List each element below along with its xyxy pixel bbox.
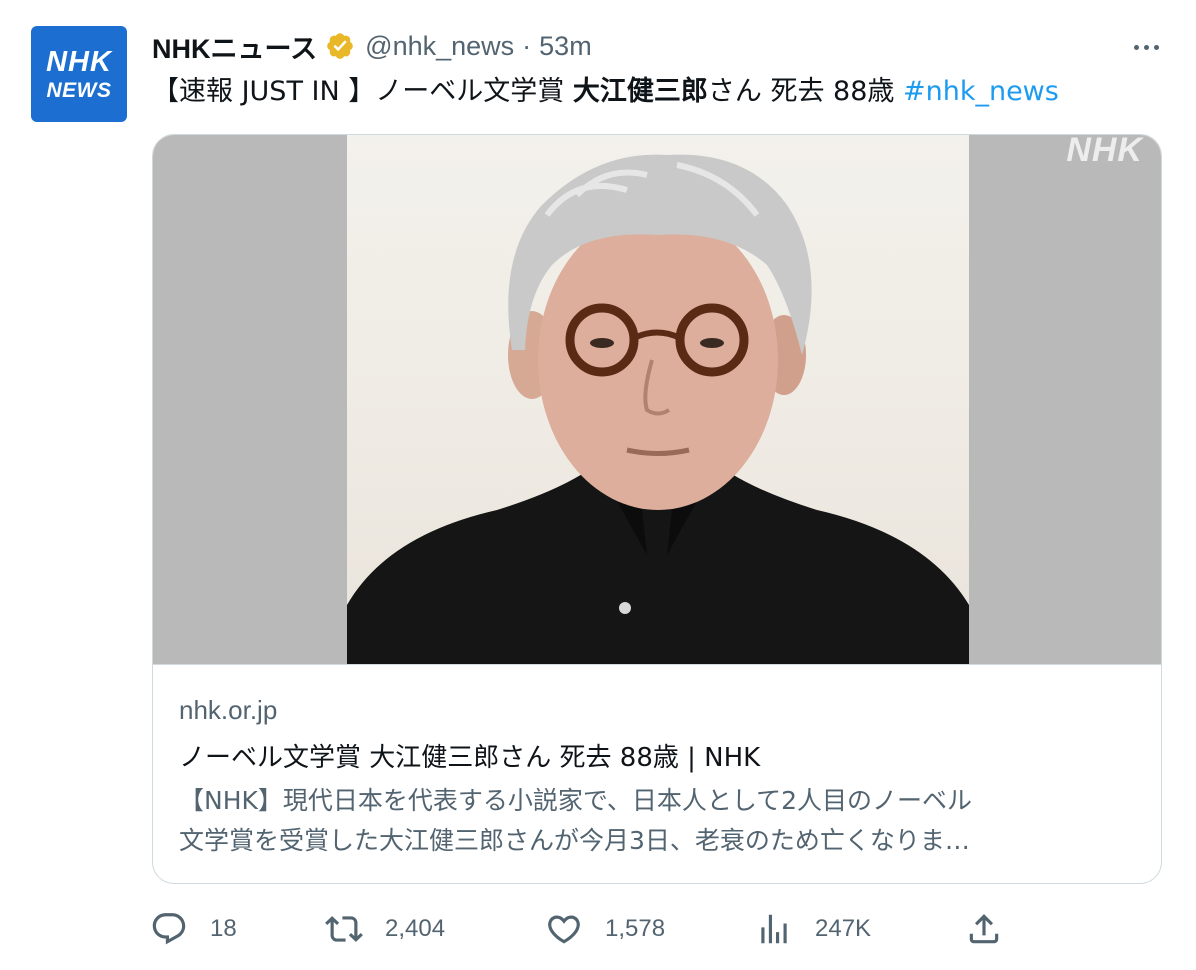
card-image[interactable]: NHK <box>153 135 1161 664</box>
card-description-line1: 【NHK】現代日本を代表する小説家で、日本人として2人目のノーベル <box>179 786 973 815</box>
tweet-actions: 18 2,404 1,578 247K <box>150 905 1030 953</box>
link-preview-card[interactable]: NHK nhk.or.jp ノーベル文学賞 大江健三郎さん 死去 88歳 | N… <box>152 134 1162 884</box>
views-button[interactable]: 247K <box>755 905 871 953</box>
nhk-watermark: NHK <box>1066 134 1143 169</box>
retweet-count: 2,404 <box>385 915 446 942</box>
gold-verified-badge-icon[interactable] <box>325 31 355 61</box>
card-description-line2: 文学賞を受賞した大江健三郎さんが今月3日、老衰のため亡くなりま… <box>179 826 970 855</box>
card-description: 【NHK】現代日本を代表する小説家で、日本人として2人目のノーベル 文学賞を受賞… <box>179 781 1139 861</box>
nhk-news-avatar[interactable]: NHK NEWS <box>31 26 127 122</box>
heart-icon <box>548 915 580 944</box>
tweet-text: 【速報 JUST IN 】ノーベル文学賞 大江健三郎さん 死去 88歳 #nhk… <box>152 70 1166 114</box>
card-domain: nhk.or.jp <box>179 695 278 725</box>
tweet-text-bold-name: 大江健三郎 <box>572 76 708 107</box>
share-icon <box>969 914 999 944</box>
card-meta[interactable]: nhk.or.jp ノーベル文学賞 大江健三郎さん 死去 88歳 | NHK 【… <box>153 664 1161 883</box>
user-handle[interactable]: @nhk_news <box>365 31 514 62</box>
tweet-text-prefix: 【速報 JUST IN 】ノーベル文学賞 <box>152 76 573 107</box>
reply-button[interactable]: 18 <box>150 905 237 953</box>
header-separator: · <box>522 30 532 61</box>
tweet-text-suffix: さん 死去 88歳 <box>707 76 903 107</box>
tweet-header: NHKニュース @nhk_news · 53m <box>152 28 1166 64</box>
portrait-illustration <box>347 154 969 664</box>
reply-icon <box>152 913 186 945</box>
like-count: 1,578 <box>605 915 666 942</box>
views-count: 247K <box>815 915 872 942</box>
reply-count: 18 <box>210 915 237 942</box>
display-name[interactable]: NHKニュース <box>152 27 317 66</box>
hashtag-link[interactable]: #nhk_news <box>903 76 1059 107</box>
card-title[interactable]: ノーベル文学賞 大江健三郎さん 死去 88歳 | NHK <box>179 737 760 774</box>
retweet-icon <box>325 916 363 942</box>
avatar-logo-line2: NEWS <box>46 78 112 102</box>
share-button[interactable] <box>965 905 1003 953</box>
more-dots-icon[interactable] <box>1126 32 1166 62</box>
tweet-timestamp[interactable]: 53m <box>539 31 592 62</box>
avatar-logo-line1: NHK <box>46 45 112 78</box>
like-button[interactable]: 1,578 <box>545 905 665 953</box>
analytics-icon <box>761 914 787 944</box>
retweet-button[interactable]: 2,404 <box>325 905 445 953</box>
portrait-photo <box>347 135 969 664</box>
